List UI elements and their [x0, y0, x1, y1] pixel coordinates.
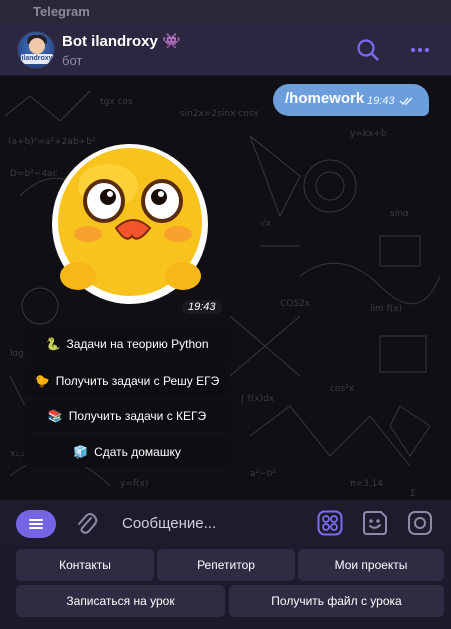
svg-text:y=kx+b: y=kx+b	[350, 129, 387, 139]
inline-button-label: Получить задачи с КЕГЭ	[68, 409, 207, 423]
keyboard-button-projects[interactable]: Мои проекты	[298, 549, 444, 581]
sticker-icon[interactable]	[361, 509, 389, 537]
inline-button-kege[interactable]: 📚 Получить задачи с КЕГЭ	[24, 401, 230, 431]
svg-text:sin2x=2sinx·cosx: sin2x=2sinx·cosx	[180, 109, 259, 119]
svg-text:sinα: sinα	[390, 209, 409, 219]
search-icon[interactable]	[355, 37, 381, 63]
chat-area[interactable]: (a+b)²=a²+2ab+b² tgx cos sin2x=2sinx·cos…	[0, 76, 451, 500]
camera-icon[interactable]	[407, 510, 433, 536]
svg-text:√x: √x	[260, 218, 272, 229]
chat-header[interactable]: ilandroxy Bot ilandroxy 👾 бот	[0, 24, 451, 76]
app-title: Telegram	[33, 4, 90, 19]
chick-icon: 🐤	[34, 374, 50, 388]
sticker-time: 19:43	[182, 300, 222, 314]
inline-button-label: Сдать домашку	[94, 445, 181, 459]
message-composer	[0, 500, 451, 544]
inline-button-python-tasks[interactable]: 🐍 Задачи на теорию Python	[24, 329, 230, 359]
avatar-face	[29, 38, 45, 54]
apps-icon[interactable]	[317, 510, 343, 536]
svg-text:a²−b²: a²−b²	[250, 469, 276, 479]
inline-button-label: Получить задачи с Решу ЕГЭ	[55, 374, 220, 388]
inline-button-submit-homework[interactable]: 🧊 Сдать домашку	[24, 437, 230, 467]
read-receipt-icon	[399, 97, 413, 106]
svg-text:∫ f(x)dx: ∫ f(x)dx	[240, 394, 275, 404]
svg-text:y=f(x): y=f(x)	[120, 479, 148, 489]
duck-sticker[interactable]	[38, 126, 218, 306]
keyboard-button-book-lesson[interactable]: Записаться на урок	[16, 585, 225, 617]
svg-text:Σ: Σ	[410, 489, 416, 499]
chat-status: бот	[62, 53, 83, 68]
inline-button-reshu-ege[interactable]: 🐤 Получить задачи с Решу ЕГЭ	[24, 366, 230, 396]
keyboard-button-contacts[interactable]: Контакты	[16, 549, 154, 581]
outgoing-message[interactable]: /homework 19:43	[273, 84, 429, 116]
svg-text:COS2x: COS2x	[280, 299, 311, 309]
bot-avatar[interactable]: ilandroxy	[17, 31, 55, 69]
message-time: 19:43	[367, 95, 395, 107]
avatar-label: ilandroxy	[21, 54, 53, 64]
keyboard-button-get-lesson-file[interactable]: Получить файл с урока	[229, 585, 444, 617]
svg-text:tgx cos: tgx cos	[100, 97, 133, 107]
inline-button-label: Задачи на теорию Python	[66, 337, 209, 351]
snake-icon: 🐍	[45, 337, 61, 351]
keyboard-button-tutor[interactable]: Репетитор	[157, 549, 295, 581]
message-input[interactable]	[112, 510, 302, 536]
more-options-icon[interactable]	[407, 37, 433, 63]
svg-text:cos²x: cos²x	[330, 384, 355, 394]
window-titlebar: Telegram	[0, 0, 451, 24]
attach-icon[interactable]	[74, 510, 98, 536]
books-icon: 📚	[47, 409, 63, 423]
cube-icon: 🧊	[73, 445, 89, 459]
chat-title[interactable]: Bot ilandroxy 👾	[62, 32, 181, 50]
bot-menu-button[interactable]	[16, 510, 56, 538]
svg-text:lim f(x): lim f(x)	[370, 304, 402, 314]
message-text: /homework	[285, 90, 365, 107]
reply-keyboard: Контакты Репетитор Мои проекты Записатьс…	[0, 544, 451, 629]
svg-text:π=3,14: π=3,14	[350, 479, 383, 489]
